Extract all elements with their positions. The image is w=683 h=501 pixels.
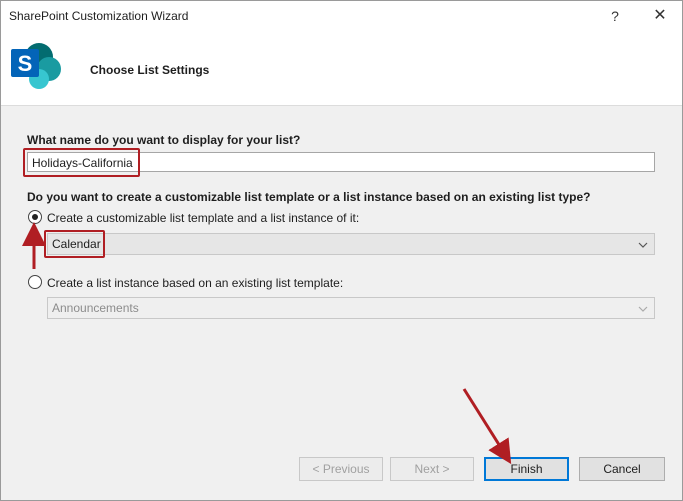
wizard-window: SharePoint Customization Wizard ? ✕ S Ch… bbox=[0, 0, 683, 501]
arrow-to-finish bbox=[462, 388, 512, 465]
annotation-arrows bbox=[22, 222, 512, 465]
